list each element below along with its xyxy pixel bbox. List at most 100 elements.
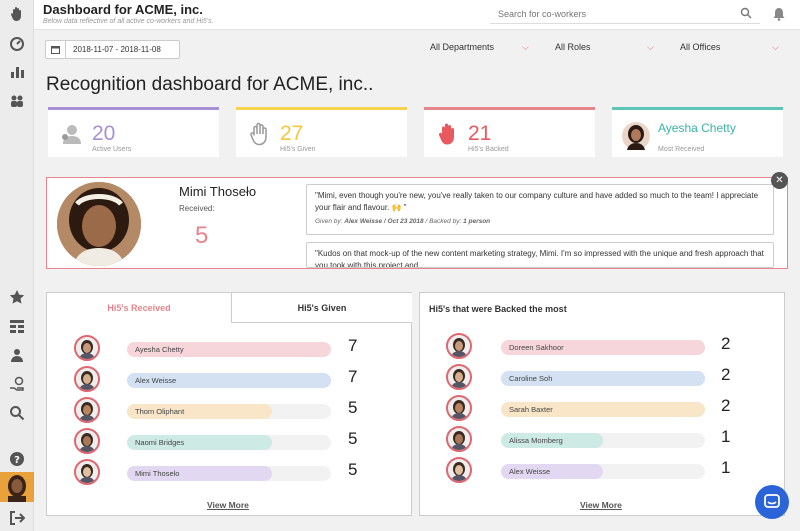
date-range-value: 2018-11-07 - 2018-11-08 — [73, 45, 161, 54]
bar-track: Alissa Momberg — [501, 433, 705, 448]
bar-chart-icon[interactable] — [7, 62, 27, 82]
avatar[interactable] — [74, 366, 100, 392]
hi5-count: 5 — [348, 460, 358, 479]
avatar[interactable] — [446, 364, 472, 390]
bar-track: Mimi Thoselo — [127, 466, 331, 481]
bar-track: Caroline Soh — [501, 371, 705, 386]
person-name[interactable]: Doreen Sakhoor — [509, 343, 564, 352]
offices-value: All Offices — [680, 42, 721, 52]
search-icon[interactable] — [7, 403, 27, 423]
chevron-down-icon: ⌵ — [522, 42, 529, 52]
leaderboard-row: Ayesha Chetty 7 — [74, 335, 374, 361]
user-tie-icon[interactable] — [7, 345, 27, 365]
bar-track: Ayesha Chetty — [127, 342, 331, 357]
person-name[interactable]: Sarah Baxter — [509, 405, 553, 414]
avatar[interactable] — [74, 335, 100, 361]
hi5-count: 7 — [348, 367, 358, 386]
view-more-backed-link[interactable]: View More — [580, 500, 622, 510]
backed-panel-title: Hi5's that were Backed the most — [429, 304, 567, 314]
spotlight-avatar — [57, 182, 141, 266]
bar-track: Naomi Bridges — [127, 435, 331, 450]
bar-track: Alex Weisse — [501, 464, 705, 479]
dashboard-gauge-icon[interactable] — [7, 34, 27, 54]
avatar[interactable] — [446, 395, 472, 421]
grid-list-icon[interactable] — [7, 316, 27, 336]
department-dropdown[interactable]: All Departments ⌵ — [430, 42, 530, 56]
hand-logo-icon[interactable] — [7, 4, 27, 24]
hi5s-backed-count: 21 — [468, 122, 492, 145]
search-input[interactable] — [490, 5, 730, 23]
avatar[interactable] — [446, 426, 472, 452]
hi5-message-card: "Mimi, even though you're new, you've re… — [306, 184, 774, 235]
chevron-down-icon: ⌵ — [772, 42, 779, 52]
person-name[interactable]: Alex Weisse — [509, 467, 550, 476]
avatar[interactable] — [446, 333, 472, 359]
current-user-avatar[interactable] — [0, 472, 34, 502]
backed-by-value: 1 person — [463, 218, 491, 225]
bar-track: Doreen Sakhoor — [501, 340, 705, 355]
hi5s-given-label: Hi5's Given — [280, 146, 316, 153]
team-icon[interactable] — [7, 91, 27, 111]
most-received-avatar — [622, 122, 650, 150]
star-icon[interactable] — [7, 287, 27, 307]
view-more-received-link[interactable]: View More — [207, 500, 249, 510]
bell-icon[interactable] — [772, 7, 786, 21]
tab-hi5s-given[interactable]: Hi5's Given — [231, 293, 412, 323]
chat-launcher-button[interactable] — [755, 485, 789, 519]
tab-hi5s-received[interactable]: Hi5's Received — [47, 293, 231, 323]
logout-icon[interactable] — [7, 508, 27, 528]
active-users-label: Active Users — [92, 146, 132, 153]
hi5-count: 5 — [348, 429, 358, 448]
person-name[interactable]: Alex Weisse — [135, 376, 176, 385]
hi5-count: 5 — [348, 398, 358, 417]
bar-track: Sarah Baxter — [501, 402, 705, 417]
leaderboard-row: Alex Weisse 7 — [74, 366, 374, 392]
offices-dropdown[interactable]: All Offices ⌵ — [680, 42, 782, 56]
hi5-count: 2 — [721, 396, 731, 415]
backed-by-label: / Backed by: — [425, 218, 462, 225]
person-name[interactable]: Alissa Momberg — [509, 436, 563, 445]
avatar[interactable] — [74, 428, 100, 454]
roles-dropdown[interactable]: All Roles ⌵ — [555, 42, 655, 56]
spotlight-received-count: 5 — [195, 222, 209, 249]
person-name[interactable]: Naomi Bridges — [135, 438, 184, 447]
date-range-picker[interactable]: 2018-11-07 - 2018-11-08 — [45, 40, 180, 59]
stat-card-hi5s-backed: 21 Hi5's Backed — [424, 107, 595, 157]
hi5-count: 2 — [721, 365, 731, 384]
hand-red-icon — [438, 123, 454, 145]
person-name[interactable]: Thom Oliphant — [135, 407, 184, 416]
person-name[interactable]: Mimi Thoselo — [135, 469, 179, 478]
roles-value: All Roles — [555, 42, 591, 52]
hi5-count: 7 — [348, 336, 358, 355]
avatar[interactable] — [74, 459, 100, 485]
most-received-name[interactable]: Ayesha Chetty — [658, 121, 736, 135]
reward-hand-icon[interactable] — [7, 374, 27, 394]
avatar[interactable] — [446, 457, 472, 483]
leaderboard-row: Sarah Baxter 2 — [446, 395, 746, 421]
bar-track: Alex Weisse — [127, 373, 331, 388]
hand-outline-icon — [250, 122, 267, 146]
leaderboard-row: Thom Oliphant 5 — [74, 397, 374, 423]
help-icon[interactable]: ? — [7, 449, 27, 469]
app-subtitle: Below data reflective of all active co-w… — [43, 18, 214, 25]
chevron-down-icon: ⌵ — [647, 42, 654, 52]
app-title: Dashboard for ACME, inc. — [43, 2, 203, 17]
person-name[interactable]: Caroline Soh — [509, 374, 552, 383]
backed-most-panel: Hi5's that were Backed the most Doreen S… — [419, 292, 785, 516]
stat-card-hi5s-given: 27 Hi5's Given — [236, 107, 407, 157]
department-value: All Departments — [430, 42, 495, 52]
most-received-label: Most Received — [658, 146, 705, 153]
close-spotlight-button[interactable]: ✕ — [771, 172, 788, 189]
person-name[interactable]: Ayesha Chetty — [135, 345, 184, 354]
search-icon[interactable] — [740, 7, 752, 19]
hi5-message-text: "Kudos on that mock-up of the new conten… — [315, 249, 764, 268]
hi5s-given-count: 27 — [280, 122, 304, 145]
hi5-message-text: "Mimi, even though you're new, you've re… — [315, 191, 759, 212]
avatar[interactable] — [74, 397, 100, 423]
spotlight-name: Mimi Thoseło — [179, 184, 257, 199]
active-users-count: 20 — [92, 122, 116, 145]
hi5-count: 1 — [721, 427, 731, 446]
page-title: Recognition dashboard for ACME, inc.. — [46, 74, 374, 95]
calendar-icon — [46, 41, 66, 58]
users-icon — [62, 125, 81, 144]
